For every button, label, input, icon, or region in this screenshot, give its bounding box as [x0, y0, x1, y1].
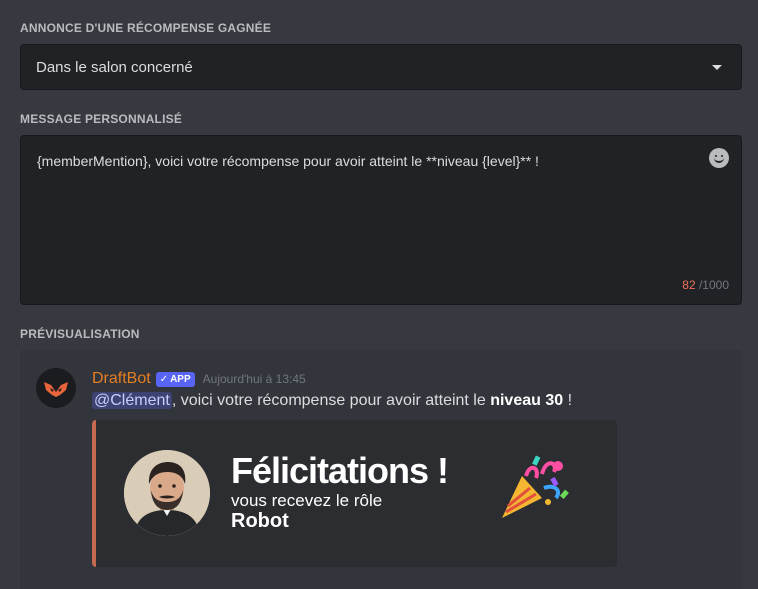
message-label: MESSAGE PERSONNALISÉ: [20, 112, 183, 126]
char-count: 82: [682, 278, 696, 292]
user-mention[interactable]: @Clément: [92, 392, 172, 409]
message-textarea[interactable]: {memberMention}, voici votre récompense …: [20, 135, 742, 305]
card-subtitle: vous recevez le rôle: [231, 491, 383, 510]
user-avatar-image: [124, 450, 210, 536]
reward-card-image[interactable]: Félicitations ! vous recevez le rôle Rob…: [92, 420, 617, 567]
person-portrait-icon: [124, 450, 210, 536]
message-text: {memberMention}, voici votre récompense …: [37, 153, 539, 169]
card-role-name: Robot: [231, 510, 289, 532]
message-text-before: , voici votre récompense pour avoir atte…: [171, 392, 491, 409]
bot-avatar[interactable]: [36, 368, 76, 408]
bot-name[interactable]: DraftBot: [92, 370, 151, 388]
announce-label: ANNONCE D'UNE RÉCOMPENSE GAGNÉE: [20, 21, 272, 35]
party-popper-icon: [502, 455, 569, 518]
card-title: Félicitations !: [231, 450, 449, 491]
draftbot-logo-icon: [36, 368, 76, 408]
message-preview: DraftBot ✓ APP Aujourd'hui à 13:45 @Clém…: [20, 350, 742, 589]
message-timestamp: Aujourd'hui à 13:45: [202, 372, 306, 386]
preview-label: PRÉVISUALISATION: [20, 327, 140, 341]
message-content: @Clément, voici votre récompense pour av…: [92, 392, 572, 410]
char-counter: 82 /1000: [682, 278, 729, 292]
char-limit: /1000: [698, 278, 729, 292]
check-icon: ✓: [159, 373, 169, 385]
message-text-after: !: [563, 392, 573, 409]
emoji-icon[interactable]: [709, 148, 729, 168]
message-bold-level: niveau 30: [490, 392, 564, 409]
message-header: DraftBot ✓ APP Aujourd'hui à 13:45: [92, 370, 306, 388]
app-badge: ✓ APP: [155, 371, 195, 387]
announce-select-value: Dans le salon concerné: [36, 58, 193, 76]
chevron-down-icon: [712, 64, 722, 70]
app-badge-label: APP: [170, 373, 191, 385]
announce-select[interactable]: Dans le salon concerné: [20, 44, 742, 90]
